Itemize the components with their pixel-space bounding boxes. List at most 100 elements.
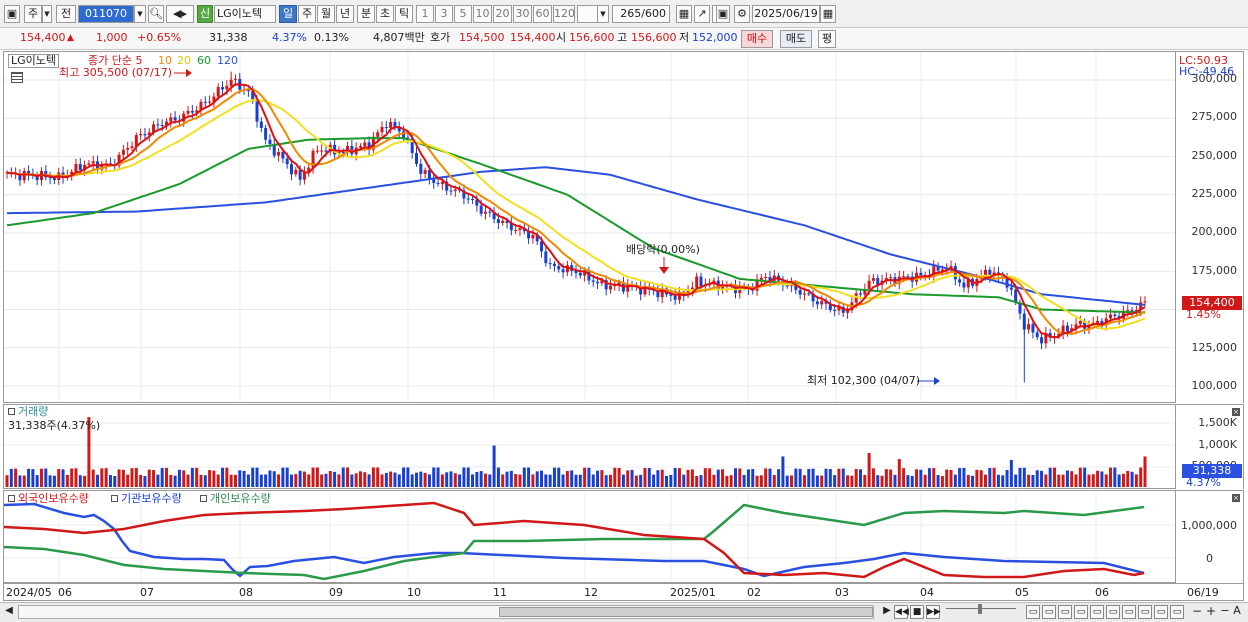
- zoom-slider-handle[interactable]: [978, 604, 982, 614]
- tab-month[interactable]: 월: [317, 5, 335, 23]
- volume-bar: [384, 473, 388, 487]
- volume-bar: [932, 468, 936, 487]
- y-tick: 250,000: [1191, 149, 1238, 162]
- scroll-left-icon[interactable]: ◀: [2, 605, 16, 619]
- stop-icon[interactable]: ■: [910, 605, 924, 619]
- layout-icon[interactable]: ▭: [1058, 605, 1072, 619]
- holdings-panel[interactable]: 외국인보유수량 기관보유수량 개인보유수량: [3, 490, 1176, 583]
- prev-button[interactable]: 전: [56, 5, 76, 23]
- bottom-scrollbar[interactable]: ◀ ▶ ◀◀ ■ ▶▶ ▭ ▭ ▭ ▭ ▭ ▭ ▭ ▭ ▭ ▭ − + − A: [0, 602, 1248, 622]
- tab-day[interactable]: 일: [279, 5, 297, 23]
- price-chart-panel[interactable]: LG이노텍 종가 단순 5 10 20 60 120 최고 305,500 (0…: [3, 51, 1176, 403]
- save-icon[interactable]: ▣: [716, 5, 730, 23]
- volume-bar: [39, 468, 43, 487]
- grid-icon[interactable]: ▦: [676, 5, 692, 23]
- table-icon[interactable]: [11, 72, 23, 83]
- interval-60[interactable]: 60: [533, 5, 552, 23]
- volume-bar: [927, 468, 931, 487]
- candle-body: [139, 134, 143, 136]
- tab-year[interactable]: 년: [336, 5, 354, 23]
- layout-icon[interactable]: ▭: [1170, 605, 1184, 619]
- count-field[interactable]: 265/600: [612, 5, 670, 23]
- volume-bar: [897, 459, 901, 487]
- panel-box-icon[interactable]: [8, 408, 15, 415]
- candle-body: [315, 150, 319, 152]
- volume-panel[interactable]: 거래량 31,338주(4.37%): [3, 404, 1176, 489]
- interval-30[interactable]: 30: [513, 5, 532, 23]
- tab-second[interactable]: 초: [376, 5, 394, 23]
- volume-bar: [604, 475, 608, 487]
- date-field[interactable]: 2025/06/19: [752, 5, 820, 23]
- zoom-in-icon[interactable]: +: [1204, 605, 1218, 619]
- volume-chart[interactable]: [4, 405, 1175, 488]
- volume-bar: [143, 476, 147, 487]
- candle-body: [1040, 337, 1044, 344]
- tab-minute[interactable]: 분: [357, 5, 375, 23]
- volume-bar: [643, 467, 647, 487]
- zoom-out-icon[interactable]: −: [1190, 605, 1204, 619]
- high-label: 고: [617, 31, 628, 44]
- stock-name-field[interactable]: LG이노텍: [214, 5, 276, 23]
- volume-bar: [233, 474, 237, 487]
- volume-bar: [833, 475, 837, 487]
- tab-tick[interactable]: 틱: [395, 5, 413, 23]
- interval-20[interactable]: 20: [493, 5, 512, 23]
- candle-body: [871, 278, 875, 281]
- auto-scale-icon[interactable]: A: [1230, 605, 1244, 619]
- layout-icon[interactable]: ▭: [1138, 605, 1152, 619]
- chevron-down-icon[interactable]: ▼: [134, 5, 146, 23]
- calendar-icon[interactable]: ▦: [820, 5, 836, 23]
- window-icon[interactable]: ▣: [4, 5, 20, 23]
- volume-bar: [139, 474, 143, 487]
- layout-icon[interactable]: ▭: [1090, 605, 1104, 619]
- gear-icon[interactable]: ⚙: [734, 5, 750, 23]
- search-icon[interactable]: 🔍︎: [148, 5, 164, 23]
- layout-icon[interactable]: ▭: [1122, 605, 1136, 619]
- sell-button[interactable]: 매도: [780, 30, 812, 48]
- chevron-down-icon[interactable]: ▼: [597, 5, 609, 23]
- interval-120[interactable]: 120: [553, 5, 575, 23]
- dividend-label: 배당락(0.00%): [626, 243, 700, 256]
- candle-body: [156, 124, 160, 126]
- close-icon[interactable]: ×: [1232, 408, 1240, 416]
- buy-button[interactable]: 매수: [741, 30, 773, 48]
- x-tick: 06: [1095, 586, 1109, 599]
- zoom-slider[interactable]: [946, 604, 1016, 615]
- scrollbar-thumb[interactable]: [499, 607, 873, 617]
- candle-body: [440, 181, 444, 185]
- interval-10[interactable]: 10: [473, 5, 492, 23]
- volume-bar: [35, 475, 39, 487]
- scroll-right-icon[interactable]: ▶: [880, 605, 894, 619]
- layout-icon[interactable]: ▭: [1106, 605, 1120, 619]
- panel-box-icon[interactable]: [8, 495, 15, 502]
- eval-button[interactable]: 평: [818, 30, 836, 48]
- layout-icon[interactable]: ▭: [1074, 605, 1088, 619]
- layout-icon[interactable]: ▭: [1042, 605, 1056, 619]
- layout-icon[interactable]: ▭: [1154, 605, 1168, 619]
- chevron-down-icon[interactable]: ▼: [42, 5, 52, 23]
- scrollbar-track[interactable]: [18, 605, 874, 619]
- y-tick: 0: [1206, 552, 1213, 565]
- speaker-icon[interactable]: ◀▸: [166, 5, 194, 23]
- close-icon[interactable]: ×: [1232, 494, 1240, 502]
- stock-code-input[interactable]: 011070: [78, 5, 134, 23]
- candle-body: [561, 269, 565, 273]
- volume-bar: [31, 469, 35, 487]
- tab-week[interactable]: 주: [298, 5, 316, 23]
- layout-icon[interactable]: ▭: [1026, 605, 1040, 619]
- interval-3[interactable]: 3: [435, 5, 453, 23]
- volume-bar: [962, 467, 966, 487]
- volume-bar: [1121, 473, 1125, 487]
- candle-body: [324, 150, 328, 152]
- price-chart[interactable]: [4, 52, 1175, 402]
- rewind-icon[interactable]: ◀◀: [894, 605, 909, 619]
- volume-bar: [488, 474, 492, 487]
- volume-bar: [1143, 456, 1147, 487]
- period-select[interactable]: 주: [24, 5, 42, 23]
- interval-5[interactable]: 5: [454, 5, 472, 23]
- interval-1[interactable]: 1: [416, 5, 434, 23]
- draw-icon[interactable]: ↗: [694, 5, 710, 23]
- volume-bar: [1087, 474, 1091, 487]
- forward-icon[interactable]: ▶▶: [926, 605, 941, 619]
- volume-bar: [522, 467, 526, 487]
